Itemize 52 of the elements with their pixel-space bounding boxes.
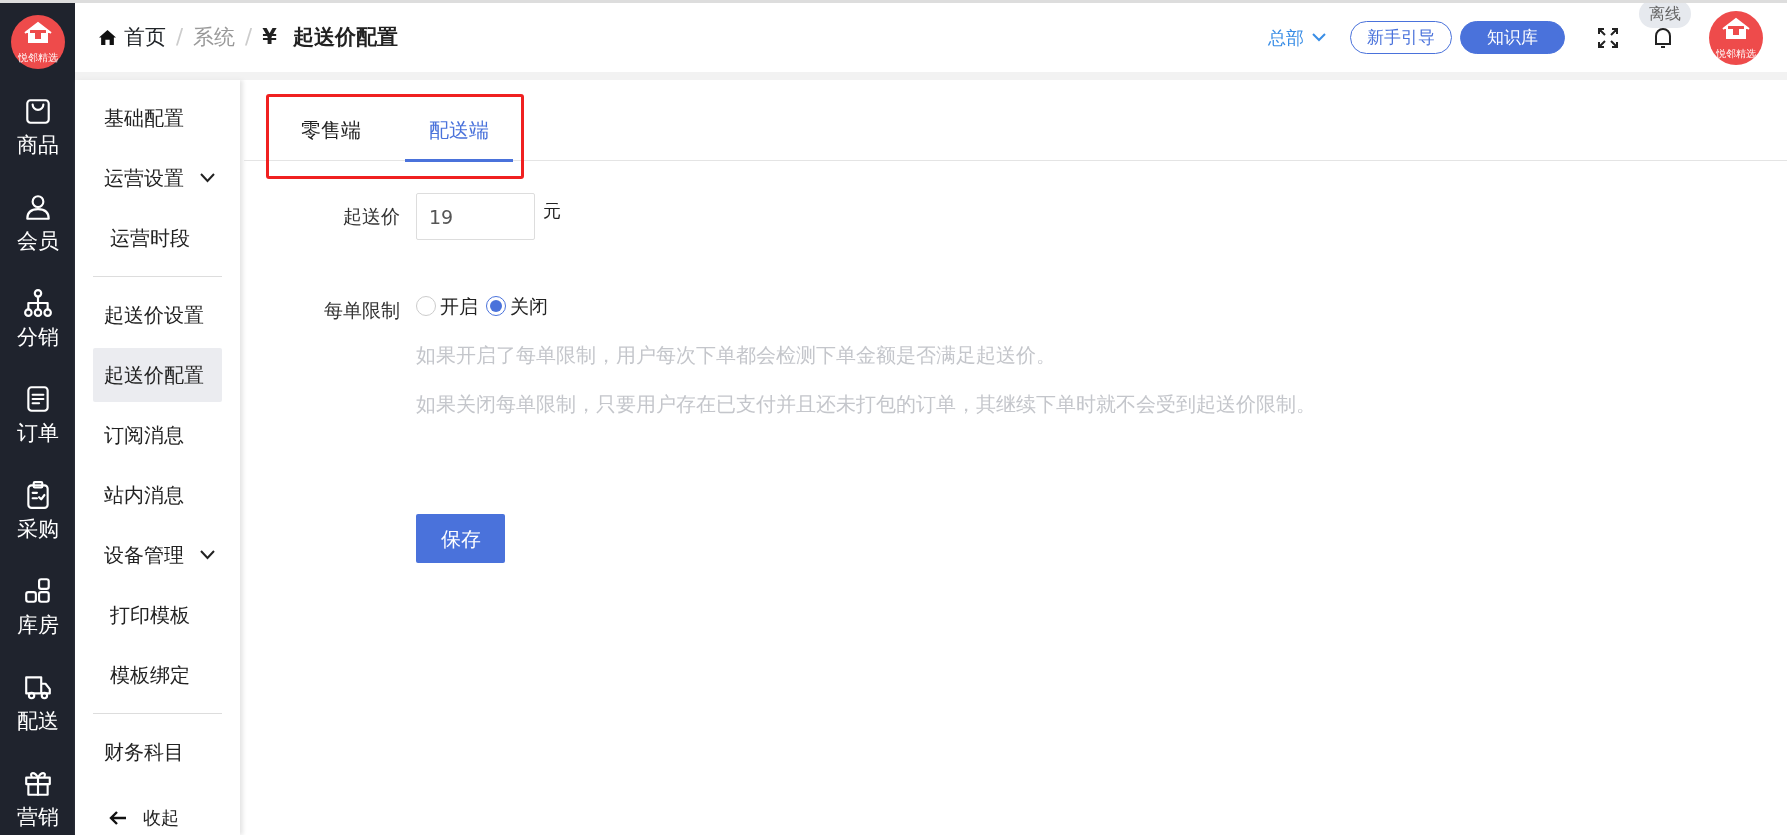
nav-label[interactable]: 商品: [16, 130, 59, 162]
menu-item[interactable]: 基础配置: [93, 91, 222, 145]
chevron-icon[interactable]: [200, 550, 215, 560]
menu-item[interactable]: 起送价设置: [93, 288, 222, 342]
fullscreen-icon[interactable]: [1597, 26, 1619, 49]
knowledge-base-button[interactable]: 知识库: [1460, 20, 1565, 55]
breadcrumb-link[interactable]: 首页: [124, 21, 166, 54]
hint-text: 如果关闭每单限制，只要用户存在已支付并且还未打包的订单，其继续下单时就不会受到起送价限制。: [416, 391, 1316, 418]
menu-item[interactable]: 起送价配置: [93, 348, 222, 402]
nav-label[interactable]: 订单: [16, 418, 59, 450]
field-label: 起送价: [342, 204, 401, 230]
tab[interactable]: 零售端: [277, 101, 385, 162]
unit-label: 元: [543, 199, 561, 223]
hierarchy-icon[interactable]: [22, 288, 53, 319]
arrow-left-icon[interactable]: [109, 809, 127, 826]
breadcrumb-separator: /: [176, 23, 184, 51]
nav-label[interactable]: 分销: [16, 322, 59, 354]
nav-label[interactable]: 库房: [16, 610, 59, 642]
bell-icon[interactable]: [1653, 27, 1673, 49]
logo-text: 悦邻精选: [17, 53, 58, 63]
house-icon: [22, 21, 53, 43]
menu-item[interactable]: 站内消息: [93, 468, 222, 522]
menu-item[interactable]: 财务科目: [93, 725, 222, 779]
nav-label[interactable]: 采购: [16, 514, 59, 546]
breadcrumb-separator: /: [245, 23, 253, 51]
currency-icon: ¥: [262, 21, 277, 54]
menu-item[interactable]: 打印模板: [93, 588, 222, 642]
region-dropdown[interactable]: 总部: [1268, 24, 1304, 51]
collapse-link[interactable]: 收起: [143, 804, 179, 831]
home-icon[interactable]: [99, 29, 116, 46]
price-input[interactable]: 19: [416, 193, 535, 240]
menu-item[interactable]: 设备管理: [93, 528, 184, 582]
house-icon: [1721, 16, 1751, 39]
chevron-down-icon[interactable]: [1312, 33, 1326, 42]
menu-item[interactable]: 订阅消息: [93, 408, 222, 462]
status-badge: 离线: [1639, 3, 1691, 28]
menu-item[interactable]: 模板绑定: [93, 648, 222, 702]
logo-text: 悦邻精选: [1716, 48, 1756, 59]
menu-item[interactable]: 运营设置: [93, 151, 184, 205]
nav-label[interactable]: 营销: [16, 802, 59, 834]
guide-button[interactable]: 新手引导: [1350, 20, 1452, 55]
tab[interactable]: 配送端: [405, 101, 513, 162]
chevron-icon[interactable]: [200, 173, 215, 183]
breadcrumb-current: 起送价配置: [292, 23, 398, 51]
radio-label[interactable]: 开启: [440, 292, 478, 321]
nav-label[interactable]: 会员: [16, 226, 59, 258]
save-button[interactable]: 保存: [416, 514, 505, 563]
radio-label[interactable]: 关闭: [510, 292, 548, 321]
nav-label[interactable]: 配送: [16, 706, 59, 738]
hint-text: 如果开启了每单限制，用户每次下单都会检测下单金额是否满足起送价。: [416, 342, 1057, 369]
field-label: 每单限制: [323, 298, 401, 323]
menu-item[interactable]: 运营时段: [93, 211, 222, 265]
